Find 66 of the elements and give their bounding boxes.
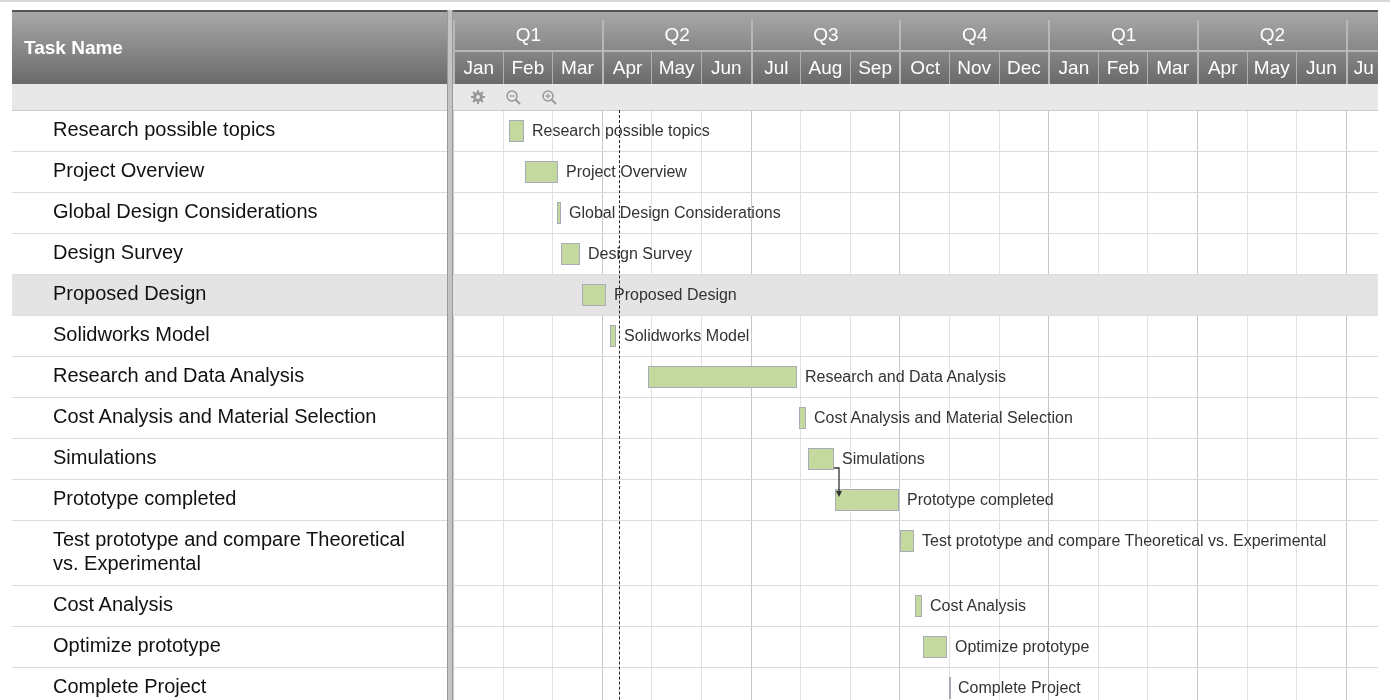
settings-icon[interactable]	[470, 89, 486, 105]
task-name: Project Overview	[53, 159, 205, 181]
task-name: Optimize prototype	[53, 634, 221, 656]
task-row[interactable]: Research possible topics Research possible topics	[12, 111, 1378, 152]
task-bar[interactable]	[648, 366, 797, 388]
quarter-label: Q3	[750, 20, 900, 52]
task-row[interactable]: Test prototype and compare Theoretical vs. Experimental Test prototype and compare Theoretical vs. Experimental	[12, 521, 1378, 586]
task-name: Solidworks Model	[53, 323, 210, 345]
task-bar[interactable]	[808, 448, 834, 470]
bar-label: Optimize prototype	[955, 637, 1090, 657]
task-name: Design Survey	[53, 241, 184, 263]
task-bar[interactable]	[900, 530, 914, 552]
bar-label: Solidworks Model	[624, 326, 750, 346]
bar-label: Cost Analysis	[930, 596, 1027, 616]
task-row[interactable]: Research and Data Analysis Research and Data Analysis	[12, 357, 1378, 398]
quarter-label: Q1	[1048, 20, 1197, 52]
task-bar[interactable]	[799, 407, 806, 429]
task-row[interactable]: Global Design Considerations Global Design Considerations	[12, 193, 1378, 234]
task-row[interactable]: Prototype completed Prototype completed	[12, 480, 1378, 521]
task-bar[interactable]	[923, 636, 947, 658]
task-bar[interactable]	[561, 243, 580, 265]
quarter-label: Q2	[1197, 20, 1346, 52]
bar-label: Research possible topics	[532, 121, 710, 141]
task-row[interactable]: Optimize prototype Optimize prototype	[12, 627, 1378, 668]
bar-label: Test prototype and compare Theoretical vs. Experimental	[922, 531, 1327, 551]
task-bar[interactable]	[915, 595, 922, 617]
task-name: Test prototype and compare Theoretical vs. Experimental	[53, 528, 406, 574]
bar-label: Project Overview	[566, 162, 687, 182]
task-name: Simulations	[53, 446, 157, 468]
task-bar[interactable]	[582, 284, 606, 306]
column-header: Task Name	[12, 10, 447, 84]
task-bar[interactable]	[509, 120, 524, 142]
dependency-arrow	[834, 467, 844, 498]
task-row[interactable]: Proposed Design Proposed Design	[12, 275, 1378, 316]
task-row[interactable]: Cost Analysis and Material Selection Cost Analysis and Material Selection	[12, 398, 1378, 439]
task-name: Cost Analysis	[53, 593, 174, 615]
task-row[interactable]: Solidworks Model Solidworks Model	[12, 316, 1378, 357]
task-name: Research possible topics	[53, 118, 276, 140]
task-name: Complete Project	[53, 675, 207, 697]
bar-label: Simulations	[842, 449, 925, 469]
task-row[interactable]: Simulations Simulations	[12, 439, 1378, 480]
task-bar[interactable]	[835, 489, 899, 511]
bar-label: Design Survey	[588, 244, 693, 264]
task-bar[interactable]	[525, 161, 558, 183]
quarter-cell	[1345, 20, 1378, 52]
bar-label: Cost Analysis and Material Selection	[814, 408, 1073, 428]
zoom-out-icon[interactable]	[505, 88, 522, 106]
task-name: Global Design Considerations	[53, 200, 318, 222]
task-bar[interactable]	[557, 202, 561, 224]
bar-label: Prototype completed	[907, 490, 1054, 510]
task-name: Prototype completed	[53, 487, 237, 509]
quarter-label: Q4	[899, 20, 1049, 52]
bar-label: Proposed Design	[614, 285, 737, 305]
zoom-in-icon[interactable]	[541, 88, 558, 106]
task-row[interactable]: Project Overview Project Overview	[12, 152, 1378, 193]
splitter-bar[interactable]	[447, 10, 453, 700]
bar-label: Global Design Considerations	[569, 203, 781, 223]
task-name: Proposed Design	[53, 282, 207, 304]
bar-label: Research and Data Analysis	[805, 367, 1006, 387]
task-name: Research and Data Analysis	[53, 364, 305, 386]
bar-label: Complete Project	[958, 678, 1081, 698]
task-row[interactable]: Cost Analysis Cost Analysis	[12, 586, 1378, 627]
task-row[interactable]: Design Survey Design Survey	[12, 234, 1378, 275]
task-bar[interactable]	[610, 325, 616, 347]
task-name: Cost Analysis and Material Selection	[53, 405, 377, 427]
quarter-label: Q2	[601, 20, 751, 52]
